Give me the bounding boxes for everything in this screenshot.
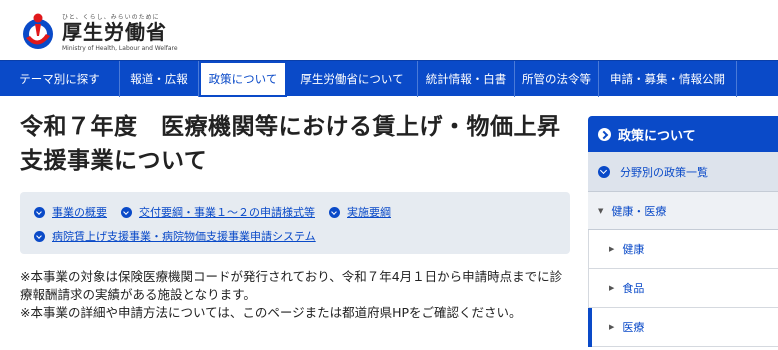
chevron-down-icon — [329, 206, 340, 218]
global-nav-item[interactable]: 申請・募集・情報公開 — [599, 61, 737, 97]
logo-name-en: Ministry of Health, Labour and Welfare — [62, 45, 178, 52]
site-logo[interactable]: ひと、くらし、みらいのために 厚生労働省 Ministry of Health,… — [18, 10, 218, 54]
notice-paragraph: ※本事業の対象は保険医療機関コードが発行されており、令和７年4月１日から申請時点… — [20, 269, 563, 302]
main-content: 令和７年度 医療機関等における賃上げ・物価上昇支援事業について 事業の概要 交付要… — [20, 110, 570, 322]
global-nav-item[interactable]: 政策について — [199, 61, 287, 97]
side-nav-item-label: 健康 — [622, 243, 645, 256]
local-nav-link[interactable]: 事業の概要 — [34, 204, 107, 220]
side-nav-item-label: 医療 — [622, 321, 645, 334]
logo-name: 厚生労働省 — [62, 20, 167, 44]
chevron-down-icon — [598, 165, 610, 178]
global-nav-item[interactable]: 厚生労働省について — [287, 61, 418, 97]
local-nav-link-label: 実施要綱 — [347, 206, 391, 219]
local-nav-link-label: 病院賃上げ支援事業・病院物価支援事業申請システム — [52, 230, 316, 243]
side-nav-heading-label: 政策について — [618, 128, 696, 144]
local-nav-link[interactable]: 病院賃上げ支援事業・病院物価支援事業申請システム — [34, 228, 316, 244]
local-nav-row: 事業の概要 交付要綱・事業１～２の申請様式等 実施要綱 — [34, 202, 556, 222]
local-nav-row: 病院賃上げ支援事業・病院物価支援事業申請システム — [34, 226, 556, 246]
side-nav: 政策について 分野別の政策一覧 ▼ 健康・医療 ▶ 健康 ▶ 食品 ▶ 医療 — [588, 116, 778, 347]
triangle-right-icon: ▶ — [609, 245, 615, 253]
triangle-down-icon: ▼ — [598, 206, 604, 215]
global-nav-item[interactable]: テーマ別に探す — [0, 61, 120, 97]
chevron-down-icon — [121, 206, 132, 218]
side-nav-heading[interactable]: 政策について — [588, 116, 778, 152]
chevron-right-icon — [598, 127, 611, 141]
site-header: ひと、くらし、みらいのために 厚生労働省 Ministry of Health,… — [0, 0, 778, 60]
local-nav-link[interactable]: 交付要綱・事業１～２の申請様式等 — [121, 204, 315, 220]
local-nav: 事業の概要 交付要綱・事業１～２の申請様式等 実施要綱病院賃上げ支援事業・病院物価支… — [20, 192, 570, 254]
chevron-down-icon — [34, 206, 45, 218]
notice-paragraph: ※本事業の詳細や申請方法については、このページまたは都道府県HPをご確認ください… — [20, 305, 522, 320]
local-nav-link[interactable]: 実施要綱 — [329, 204, 391, 220]
side-nav-category[interactable]: 分野別の政策一覧 — [588, 152, 778, 192]
triangle-right-icon: ▶ — [609, 323, 615, 331]
side-nav-item[interactable]: ▶ 医療 — [588, 308, 778, 347]
local-nav-link-label: 交付要綱・事業１～２の申請様式等 — [139, 206, 315, 219]
chevron-down-icon — [34, 230, 45, 242]
global-nav-item[interactable]: 統計情報・白書 — [418, 61, 515, 97]
triangle-right-icon: ▶ — [609, 284, 615, 292]
side-nav-subcategory[interactable]: ▼ 健康・医療 — [588, 192, 778, 230]
local-nav-link-label: 事業の概要 — [52, 206, 107, 219]
ministry-logo-icon — [23, 13, 53, 49]
global-nav: テーマ別に探す 報道・広報 政策について 厚生労働省について 統計情報・白書 所管の法令等… — [0, 60, 778, 97]
side-nav-item-label: 食品 — [622, 282, 645, 295]
global-nav-item[interactable]: 報道・広報 — [120, 61, 199, 97]
side-nav-subcategory-label: 健康・医療 — [611, 204, 667, 218]
side-nav-item[interactable]: ▶ 健康 — [588, 230, 778, 269]
side-nav-category-label: 分野別の政策一覧 — [620, 165, 708, 179]
side-nav-items: ▶ 健康 ▶ 食品 ▶ 医療 — [588, 230, 778, 347]
side-nav-item[interactable]: ▶ 食品 — [588, 269, 778, 308]
notice-text: ※本事業の対象は保険医療機関コードが発行されており、令和７年4月１日から申請時点… — [20, 268, 570, 322]
global-nav-item[interactable]: 所管の法令等 — [515, 61, 599, 97]
page-title: 令和７年度 医療機関等における賃上げ・物価上昇支援事業について — [20, 114, 561, 174]
